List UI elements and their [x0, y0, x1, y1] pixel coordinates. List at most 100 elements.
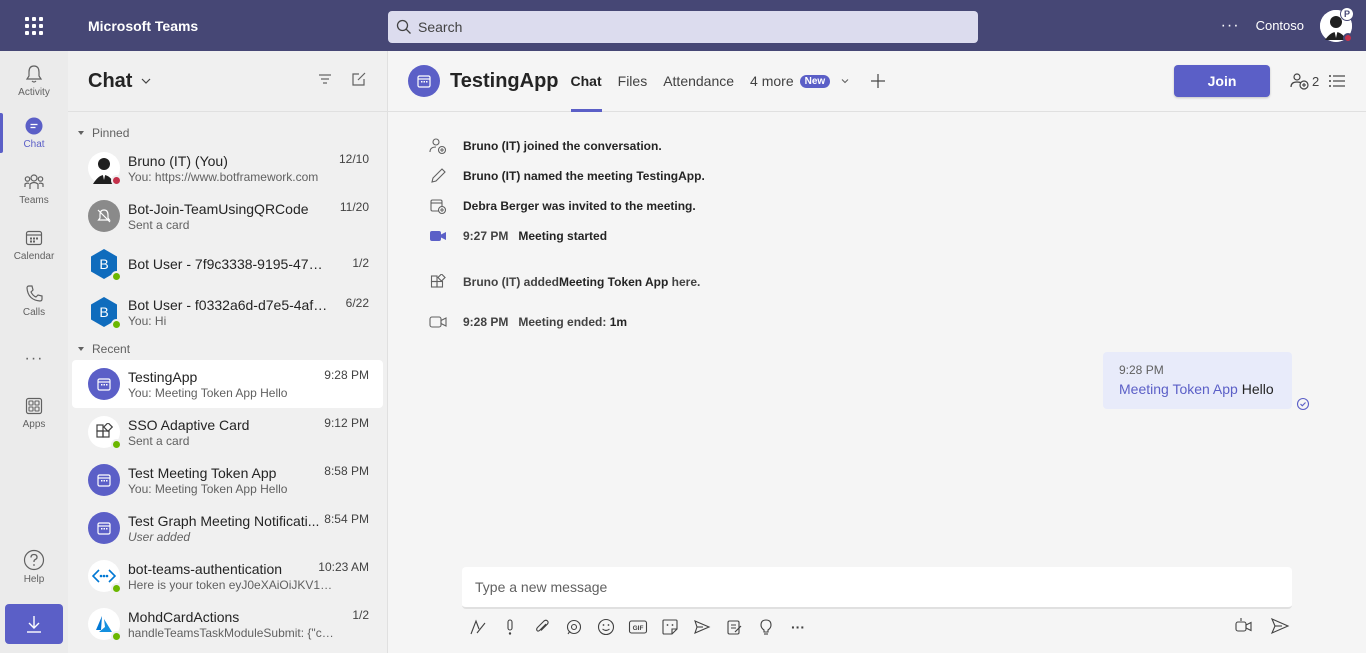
new-badge: New [799, 74, 831, 88]
section-pinned[interactable]: Pinned [68, 122, 387, 144]
clipboard-icon [727, 620, 742, 635]
lightbulb-icon [760, 619, 772, 635]
add-tab-icon[interactable] [870, 73, 886, 89]
app-title: Microsoft Teams [88, 17, 199, 34]
avatar-initial: B [99, 256, 109, 272]
rail-item-teams[interactable]: Teams [0, 163, 68, 215]
message-compose-input[interactable]: Type a new message [462, 567, 1292, 609]
send-icon[interactable] [1270, 617, 1290, 635]
chat-item-bot-teams-auth[interactable]: bot-teams-authentication Here is your to… [72, 552, 383, 600]
svg-text:GIF: GIF [633, 625, 644, 632]
rail-item-calls[interactable]: Calls [0, 275, 68, 327]
tab-more[interactable]: 4 more New [750, 51, 850, 112]
chat-item-test-graph-meeting[interactable]: Test Graph Meeting Notificati... User ad… [72, 504, 383, 552]
exclamation-icon [507, 619, 513, 635]
sticker-icon [662, 619, 678, 635]
attach-button[interactable] [532, 617, 552, 637]
teams-icon [24, 174, 44, 189]
chevron-down-icon[interactable] [140, 75, 152, 87]
chat-item-bot-join[interactable]: Bot-Join-TeamUsingQRCode Sent a card 11/… [72, 192, 383, 240]
chat-time: 9:28 PM [324, 368, 369, 382]
video-camera-icon [429, 316, 447, 328]
meet-now-icon[interactable] [1234, 617, 1254, 635]
more-options-button[interactable]: ··· [1221, 17, 1240, 35]
message-mention[interactable]: Meeting Token App [1119, 381, 1238, 397]
chat-name: Bot-Join-TeamUsingQRCode [128, 200, 309, 217]
praise-button[interactable] [724, 617, 744, 637]
more-actions-button[interactable]: ··· [788, 617, 808, 637]
emoji-button[interactable] [596, 617, 616, 637]
app-blocks-icon [430, 274, 446, 288]
message-bubble[interactable]: 9:28 PM Meeting Token App Hello [1103, 352, 1292, 409]
app-launcher-button[interactable] [0, 0, 68, 51]
chat-item-sso-adaptive-card[interactable]: SSO Adaptive Card Sent a card 9:12 PM [72, 408, 383, 456]
chat-item-mohd-card-actions[interactable]: MohdCardActions handleTeamsTaskModuleSub… [72, 600, 383, 648]
sticker-button[interactable] [660, 617, 680, 637]
person-add-icon [429, 138, 447, 155]
rail-item-apps[interactable]: Apps [0, 387, 68, 439]
rail-item-calendar[interactable]: Calendar [0, 219, 68, 271]
event-item: Debra Berger was invited to the meeting. [428, 191, 705, 221]
azure-logo-icon [96, 616, 112, 632]
muted-bell-icon [97, 209, 111, 223]
loop-button[interactable] [564, 617, 584, 637]
rail-item-help[interactable]: Help [0, 541, 68, 593]
waffle-icon [25, 16, 43, 35]
new-chat-icon[interactable] [351, 71, 367, 87]
avatar-initial: B [99, 304, 109, 320]
avatar: B [88, 296, 122, 330]
chat-item-bot-user-2[interactable]: B Bot User - f0332a6d-d7e5-4af4-... You:… [72, 288, 383, 336]
status-busy-dot [1343, 32, 1353, 43]
list-icon[interactable] [1328, 73, 1346, 89]
tab-files[interactable]: Files [618, 51, 648, 112]
chat-preview: You: Hi [128, 313, 167, 328]
rail-item-activity[interactable]: Activity [0, 55, 68, 107]
app-rail: Activity Chat Teams Calendar Calls ··· A… [0, 51, 68, 653]
chat-time: 10:23 AM [318, 560, 369, 574]
chat-preview: User added [128, 529, 191, 544]
rail-item-chat[interactable]: Chat [0, 107, 68, 159]
paperclip-icon [536, 619, 549, 632]
rail-label: Calendar [13, 251, 55, 262]
chat-icon [25, 117, 43, 135]
conversation-pane: TestingApp Chat Files Attendance 4 more … [388, 51, 1366, 653]
chat-item-bruno[interactable]: Bruno (IT) (You) You: https://www.botfra… [72, 144, 383, 192]
ideas-button[interactable] [756, 617, 776, 637]
chat-name: bot-teams-authentication [128, 560, 283, 577]
tab-chat[interactable]: Chat [570, 51, 602, 112]
search-input[interactable]: Search [388, 11, 978, 43]
gif-icon: GIF [628, 620, 648, 634]
avatar [88, 560, 122, 594]
chat-time: 1/2 [352, 256, 369, 270]
app-blocks-icon [96, 423, 113, 438]
status-available-dot [111, 583, 122, 594]
org-name[interactable]: Contoso [1256, 18, 1304, 33]
rail-label: Chat [23, 139, 45, 150]
section-recent[interactable]: Recent [68, 338, 387, 360]
filter-icon[interactable] [317, 71, 333, 87]
chat-item-testingapp[interactable]: TestingApp You: Meeting Token App Hello … [72, 360, 383, 408]
emoji-icon [597, 618, 615, 636]
people-add-icon [1290, 73, 1309, 90]
chevron-down-icon [841, 79, 849, 84]
schedule-send-button[interactable] [692, 617, 712, 637]
avatar [88, 368, 120, 400]
chat-list-title[interactable]: Chat [88, 70, 132, 93]
calendar-icon [25, 230, 43, 246]
participants-button[interactable]: 2 [1290, 72, 1319, 90]
chat-item-test-meeting-token[interactable]: Test Meeting Token App You: Meeting Toke… [72, 456, 383, 504]
profile-avatar[interactable]: P [1320, 6, 1354, 43]
loop-icon [566, 619, 582, 635]
rail-more-apps-button[interactable]: ··· [0, 333, 68, 385]
chat-item-bot-user-1[interactable]: B Bot User - 7f9c3338-9195-47ce-b... 1/2 [72, 240, 383, 288]
compose-actions [1234, 617, 1290, 635]
tab-attendance[interactable]: Attendance [663, 51, 734, 112]
format-button[interactable] [468, 617, 488, 637]
join-button[interactable]: Join [1174, 65, 1270, 97]
important-button[interactable] [500, 617, 520, 637]
search-icon [396, 19, 411, 34]
gif-button[interactable]: GIF [628, 617, 648, 637]
event-list: Bruno (IT) joined the conversation. Brun… [428, 131, 705, 337]
chat-preview: Sent a card [128, 433, 190, 448]
download-app-button[interactable] [5, 604, 63, 644]
